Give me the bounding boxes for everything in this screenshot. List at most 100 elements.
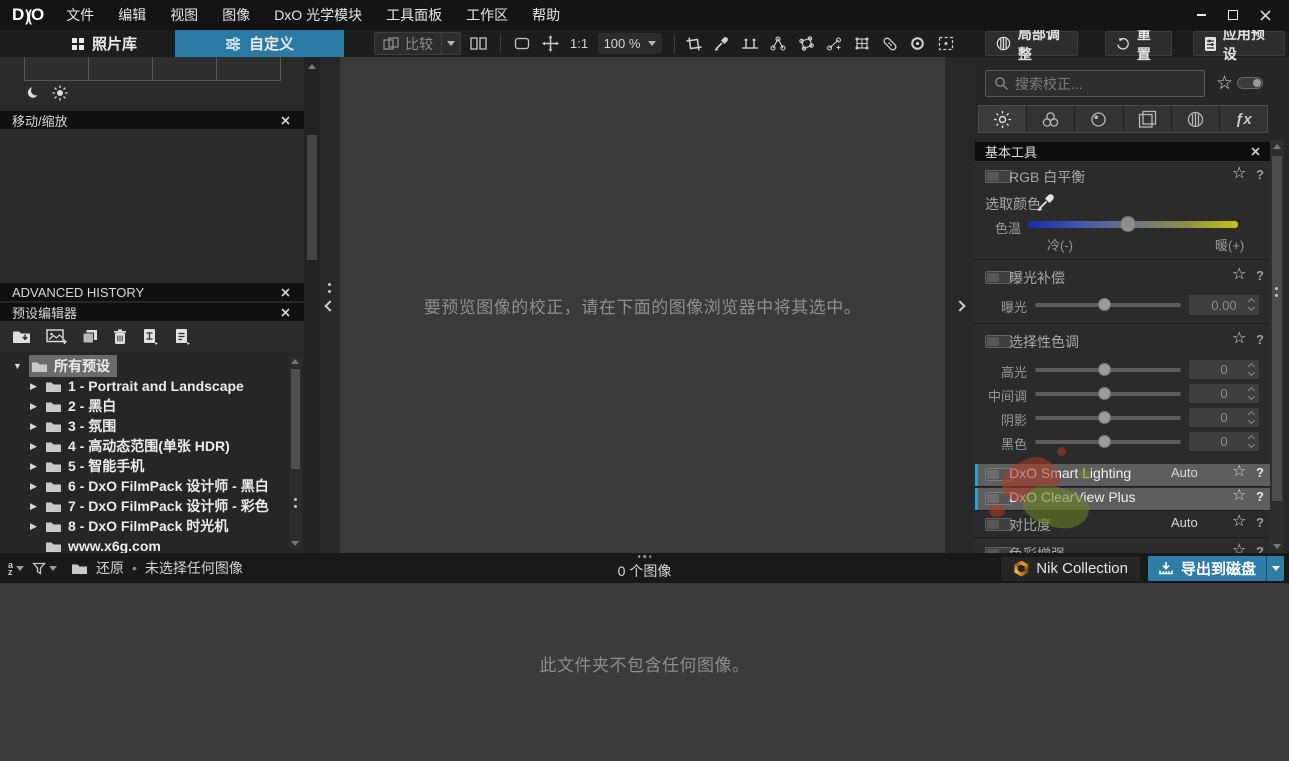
create-preset-from-image-button[interactable]	[46, 328, 67, 345]
white-balance-picker-button[interactable]	[712, 33, 731, 55]
clearview-tool[interactable]: DxO ClearView Plus ☆ ?	[975, 488, 1270, 511]
scrollbar-thumb[interactable]	[291, 369, 300, 469]
duplicate-preset-button[interactable]	[82, 329, 98, 344]
sort-button[interactable]: az	[8, 560, 25, 576]
favorite-star-icon[interactable]: ☆	[1232, 267, 1246, 283]
stepper[interactable]	[1247, 434, 1256, 449]
control-line-button[interactable]	[824, 33, 843, 55]
export-to-disk-button[interactable]: 导出到磁盘	[1148, 556, 1266, 581]
active-corrections-toggle[interactable]	[1237, 77, 1263, 89]
compare-dropdown[interactable]	[441, 33, 460, 54]
scrollbar-thumb[interactable]	[307, 135, 317, 260]
menu-image[interactable]: 图像	[210, 0, 262, 30]
tree-item[interactable]: ▶ 3 - 氛围	[28, 416, 116, 436]
apply-preset-button[interactable]: 应用预设	[1193, 26, 1285, 62]
close-panel-button[interactable]	[278, 305, 292, 319]
tree-item[interactable]: ▶ 2 - 黑白	[28, 396, 116, 416]
slider-thumb[interactable]	[1098, 387, 1111, 400]
tree-item[interactable]: ▶ 1 - Portrait and Landscape	[28, 376, 244, 396]
shadows-slider[interactable]	[1035, 411, 1181, 424]
exposure-value-box[interactable]: 0.00	[1189, 295, 1259, 315]
polygon-tool-button[interactable]	[796, 33, 815, 55]
fit-screen-button[interactable]	[514, 30, 530, 57]
tree-item[interactable]: ▶ 4 - 高动态范围(单张 HDR)	[28, 436, 230, 456]
menu-help[interactable]: 帮助	[520, 0, 572, 30]
search-box[interactable]	[985, 70, 1205, 97]
tree-collapsed-icon[interactable]: ▶	[28, 481, 39, 492]
help-icon[interactable]: ?	[1256, 167, 1264, 182]
tree-item-all-presets[interactable]: ▼ 所有预设	[12, 355, 117, 377]
close-panel-button[interactable]	[278, 285, 292, 299]
tree-expanded-icon[interactable]: ▼	[12, 361, 23, 371]
close-palette-button[interactable]	[1251, 147, 1260, 156]
tree-collapsed-icon[interactable]: ▶	[28, 421, 39, 432]
scroll-up-icon[interactable]	[291, 359, 299, 364]
scroll-up-icon[interactable]	[1273, 144, 1281, 149]
temperature-slider[interactable]	[1028, 216, 1238, 232]
tree-collapsed-icon[interactable]: ▶	[28, 441, 39, 452]
menu-workspace[interactable]: 工作区	[454, 0, 520, 30]
stepper[interactable]	[1247, 297, 1256, 312]
slider-thumb[interactable]	[1098, 298, 1111, 311]
heal-tool-button[interactable]	[880, 33, 899, 55]
highlight-clipping-icon[interactable]	[52, 85, 68, 101]
tree-item[interactable]: ▶ 8 - DxO FilmPack 时光机	[28, 516, 228, 536]
stepper[interactable]	[1247, 410, 1256, 425]
help-icon[interactable]: ?	[1256, 268, 1264, 283]
menu-edit[interactable]: 编辑	[106, 0, 158, 30]
menu-view[interactable]: 视图	[158, 0, 210, 30]
crop-tool-button[interactable]	[684, 33, 703, 55]
close-button[interactable]	[1249, 3, 1281, 27]
import-preset-button[interactable]	[12, 329, 31, 344]
tree-collapsed-icon[interactable]: ▶	[28, 501, 39, 512]
scroll-down-icon[interactable]	[291, 541, 299, 546]
splitter-handle[interactable]	[294, 494, 297, 512]
menu-tool-panels[interactable]: 工具面板	[374, 0, 454, 30]
filter-button[interactable]	[32, 562, 58, 575]
control-points-button[interactable]	[768, 33, 787, 55]
maximize-button[interactable]	[1217, 3, 1249, 27]
tab-geometry[interactable]	[1123, 106, 1172, 132]
export-preset-button[interactable]	[174, 328, 191, 345]
favorite-star-icon[interactable]: ☆	[1232, 488, 1246, 504]
blacks-value-box[interactable]: 0	[1189, 432, 1259, 451]
smart-lighting-checkbox[interactable]	[985, 468, 1012, 481]
help-icon[interactable]: ?	[1256, 465, 1264, 480]
highlights-slider[interactable]	[1035, 363, 1181, 376]
left-panel-scrollbar[interactable]	[304, 57, 320, 553]
help-icon[interactable]: ?	[1256, 489, 1264, 504]
selective-tone-checkbox[interactable]	[985, 335, 1012, 348]
zoom-level-dropdown[interactable]: 100 %	[598, 33, 662, 54]
tree-collapsed-icon[interactable]: ▶	[28, 401, 39, 412]
export-options-dropdown[interactable]	[1266, 556, 1284, 581]
rgb-wb-checkbox[interactable]	[985, 170, 1012, 183]
minimize-button[interactable]	[1185, 3, 1217, 27]
search-input[interactable]	[1015, 75, 1196, 92]
shadows-value-box[interactable]: 0	[1189, 408, 1259, 427]
stepper[interactable]	[1247, 362, 1256, 377]
reset-button[interactable]: 重置	[1105, 26, 1172, 62]
blacks-slider[interactable]	[1035, 435, 1181, 448]
tab-color[interactable]	[1027, 106, 1076, 132]
exposure-slider[interactable]	[1035, 298, 1181, 311]
rename-preset-button[interactable]	[142, 328, 159, 345]
horizon-tool-button[interactable]	[740, 33, 759, 55]
perspective-tool-button[interactable]	[852, 33, 871, 55]
clearview-checkbox[interactable]	[985, 492, 1012, 505]
help-icon[interactable]: ?	[1256, 544, 1264, 553]
split-view-button[interactable]	[470, 30, 487, 57]
nik-collection-button[interactable]: Nik Collection	[1001, 556, 1140, 581]
scroll-up-icon[interactable]	[308, 64, 316, 69]
tree-collapsed-icon[interactable]: ▶	[28, 381, 39, 392]
collapse-left-panel-icon[interactable]	[324, 300, 336, 312]
collapse-right-panel-icon[interactable]	[954, 300, 966, 312]
slider-thumb[interactable]	[1120, 216, 1137, 232]
shadow-clipping-icon[interactable]	[26, 85, 41, 100]
close-panel-button[interactable]	[278, 113, 292, 127]
exposure-checkbox[interactable]	[985, 271, 1012, 284]
tree-item[interactable]: ▶ 5 - 智能手机	[28, 456, 144, 476]
splitter-handle[interactable]	[1275, 283, 1278, 301]
slider-thumb[interactable]	[1098, 363, 1111, 376]
local-adjustments-button[interactable]: 局部调整	[985, 26, 1078, 62]
contrast-checkbox[interactable]	[985, 518, 1012, 531]
